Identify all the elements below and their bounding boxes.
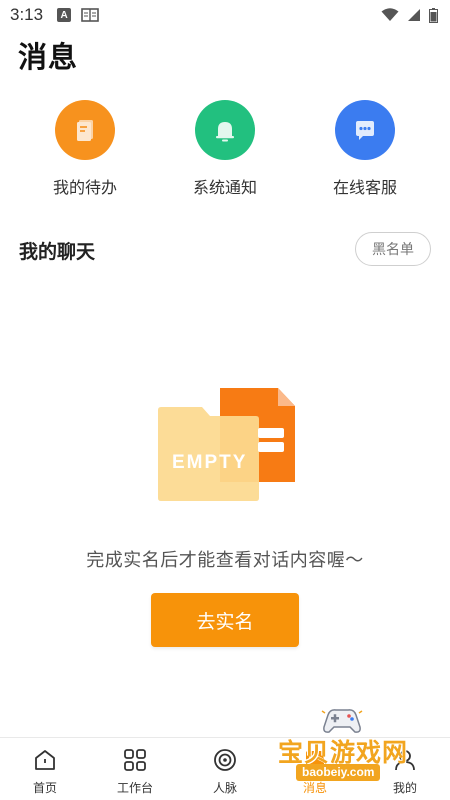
chat-bubble-icon xyxy=(335,100,395,160)
watermark-url: baobeiy.com xyxy=(296,764,381,781)
nav-item-workbench[interactable]: 工作台 xyxy=(100,738,170,800)
blacklist-button[interactable]: 黑名单 xyxy=(355,232,431,266)
reader-icon xyxy=(81,8,99,22)
notification-a-icon: A xyxy=(57,8,72,22)
quick-entry-label: 系统通知 xyxy=(192,180,257,197)
home-icon xyxy=(35,750,55,770)
quick-entries: 我的待办 系统通知 在线客服 xyxy=(0,100,450,200)
battery-icon xyxy=(429,7,438,23)
status-time: 3:13 xyxy=(10,5,44,24)
bell-icon xyxy=(195,100,255,160)
verify-identity-button[interactable]: 去实名 xyxy=(151,593,299,647)
wifi-icon xyxy=(381,8,399,21)
todo-icon xyxy=(55,100,115,160)
quick-entry-label: 在线客服 xyxy=(332,180,397,197)
contacts-icon xyxy=(214,749,236,771)
nav-item-home[interactable]: 首页 xyxy=(10,738,80,800)
watermark: 宝贝游戏网 baobeiy.com xyxy=(272,703,422,783)
empty-label: EMPTY xyxy=(172,452,247,473)
status-bar: 3:13 A xyxy=(0,0,450,30)
page-title: 消息 xyxy=(18,42,79,74)
signal-icon xyxy=(408,9,420,21)
empty-folder-illustration: EMPTY xyxy=(158,388,295,501)
nav-label: 人脉 xyxy=(212,781,237,795)
quick-entry-service[interactable]: 在线客服 xyxy=(315,100,415,198)
quick-entry-todo[interactable]: 我的待办 xyxy=(35,100,135,198)
quick-entry-label: 我的待办 xyxy=(52,180,117,197)
nav-label: 工作台 xyxy=(116,781,153,795)
quick-entry-notice[interactable]: 系统通知 xyxy=(175,100,275,198)
nav-label: 首页 xyxy=(32,781,57,795)
empty-message: 完成实名后才能查看对话内容喔～ xyxy=(86,550,364,570)
section-title: 我的聊天 xyxy=(19,242,96,263)
nav-item-contacts[interactable]: 人脉 xyxy=(190,738,260,800)
gamepad-icon xyxy=(321,709,363,733)
grid-icon xyxy=(124,749,146,771)
